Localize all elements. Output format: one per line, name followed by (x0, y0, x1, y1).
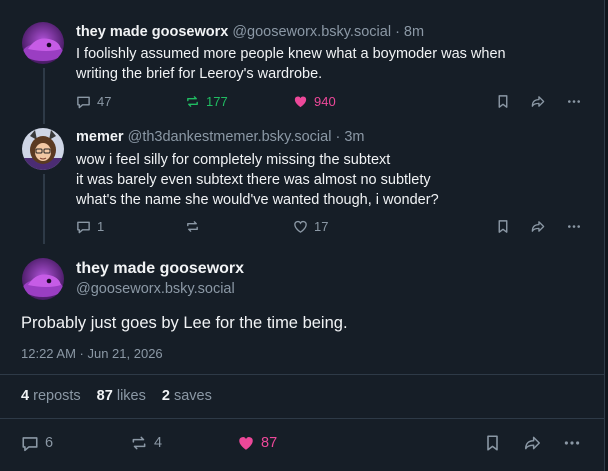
share-button[interactable] (523, 434, 542, 452)
reply-count: 47 (97, 94, 112, 109)
post-time[interactable]: · 8m (395, 24, 424, 40)
bookmark-button[interactable] (496, 94, 510, 109)
like-count: 940 (314, 94, 336, 109)
reply-icon (77, 96, 90, 109)
divider (0, 374, 604, 375)
post-header: they made gooseworx @gooseworx.bsky.soci… (76, 24, 424, 40)
reply-button[interactable]: 1 (76, 219, 104, 234)
post-text: wow i feel silly for completely missing … (76, 150, 439, 210)
like-count: 87 (261, 435, 278, 451)
saves-stat[interactable]: 2 saves (162, 388, 212, 404)
like-button[interactable]: 940 (293, 94, 336, 109)
heart-icon (239, 437, 253, 450)
engagement-stats: 4 reposts 87 likes 2 saves (21, 388, 212, 404)
like-count: 17 (314, 219, 329, 234)
repost-count: 177 (206, 94, 228, 109)
share-button[interactable] (530, 219, 546, 234)
share-icon (531, 96, 545, 107)
main-post-text: Probably just goes by Lee for the time b… (21, 314, 348, 332)
repost-count: 4 (154, 435, 163, 451)
author-name[interactable]: they made gooseworx (76, 24, 228, 40)
reply-button[interactable]: 6 (21, 434, 53, 452)
share-icon (531, 221, 545, 232)
share-icon (525, 436, 540, 450)
likes-stat[interactable]: 87 likes (97, 388, 146, 404)
saves-count: 2 (161, 388, 170, 404)
reply-icon (77, 221, 90, 234)
repost-button[interactable] (185, 219, 206, 234)
repost-icon (132, 436, 146, 450)
author-name[interactable]: memer (76, 129, 124, 145)
reply-count: 6 (45, 435, 54, 451)
bookmark-icon (498, 95, 508, 108)
repost-icon (187, 96, 198, 107)
post-text-line: what's the name she would've wanted thou… (76, 192, 439, 208)
reposts-label: reposts (33, 388, 81, 404)
reposts-stat[interactable]: 4 reposts (21, 388, 81, 404)
avatar[interactable] (22, 258, 64, 300)
post-time[interactable]: · 3m (335, 129, 364, 145)
thread-line (43, 112, 45, 124)
main-author-handle[interactable]: @gooseworx.bsky.social (76, 281, 235, 297)
author-handle[interactable]: @th3dankestmemer.bsky.social (128, 129, 332, 145)
heart-icon (294, 220, 307, 233)
bookmark-icon (487, 435, 498, 451)
more-options-button[interactable] (562, 434, 582, 452)
bookmark-icon (498, 220, 508, 233)
like-button[interactable]: 17 (293, 219, 328, 234)
likes-count: 87 (96, 388, 113, 404)
share-button[interactable] (530, 94, 546, 109)
post-text-line: wow i feel silly for completely missing … (76, 152, 391, 168)
author-handle[interactable]: @gooseworx.bsky.social (232, 24, 391, 40)
thread-line (43, 174, 45, 244)
heart-icon (294, 96, 307, 108)
saves-label: saves (173, 388, 212, 404)
divider (0, 418, 604, 419)
reposts-count: 4 (21, 388, 30, 404)
more-options-button[interactable] (566, 94, 582, 109)
main-author-name[interactable]: they made gooseworx (76, 260, 244, 278)
more-icon (568, 100, 580, 103)
repost-button[interactable]: 4 (130, 434, 162, 452)
post-text: I foolishly assumed more people knew wha… (76, 44, 506, 84)
like-button[interactable]: 87 (237, 434, 277, 452)
avatar[interactable] (22, 128, 64, 170)
post-header: memer @th3dankestmemer.bsky.social · 3m (76, 129, 364, 145)
repost-button[interactable]: 177 (185, 94, 228, 109)
more-options-button[interactable] (566, 219, 582, 234)
post-text-line: it was barely even subtext there was alm… (76, 172, 431, 188)
more-icon (568, 225, 580, 228)
reply-icon (22, 437, 38, 452)
likes-label: likes (116, 388, 146, 404)
bookmark-button[interactable] (496, 219, 510, 234)
post-text-line: writing the brief for Leeroy's wardrobe. (76, 66, 323, 82)
bookmark-button[interactable] (484, 434, 501, 452)
reply-button[interactable]: 47 (76, 94, 111, 109)
more-icon (564, 441, 580, 445)
avatar[interactable] (22, 22, 64, 64)
post-text-line: I foolishly assumed more people knew wha… (76, 46, 506, 62)
repost-icon (187, 221, 198, 232)
post-timestamp[interactable]: 12:22 AM · Jun 21, 2026 (21, 346, 163, 361)
reply-count: 1 (97, 219, 105, 234)
